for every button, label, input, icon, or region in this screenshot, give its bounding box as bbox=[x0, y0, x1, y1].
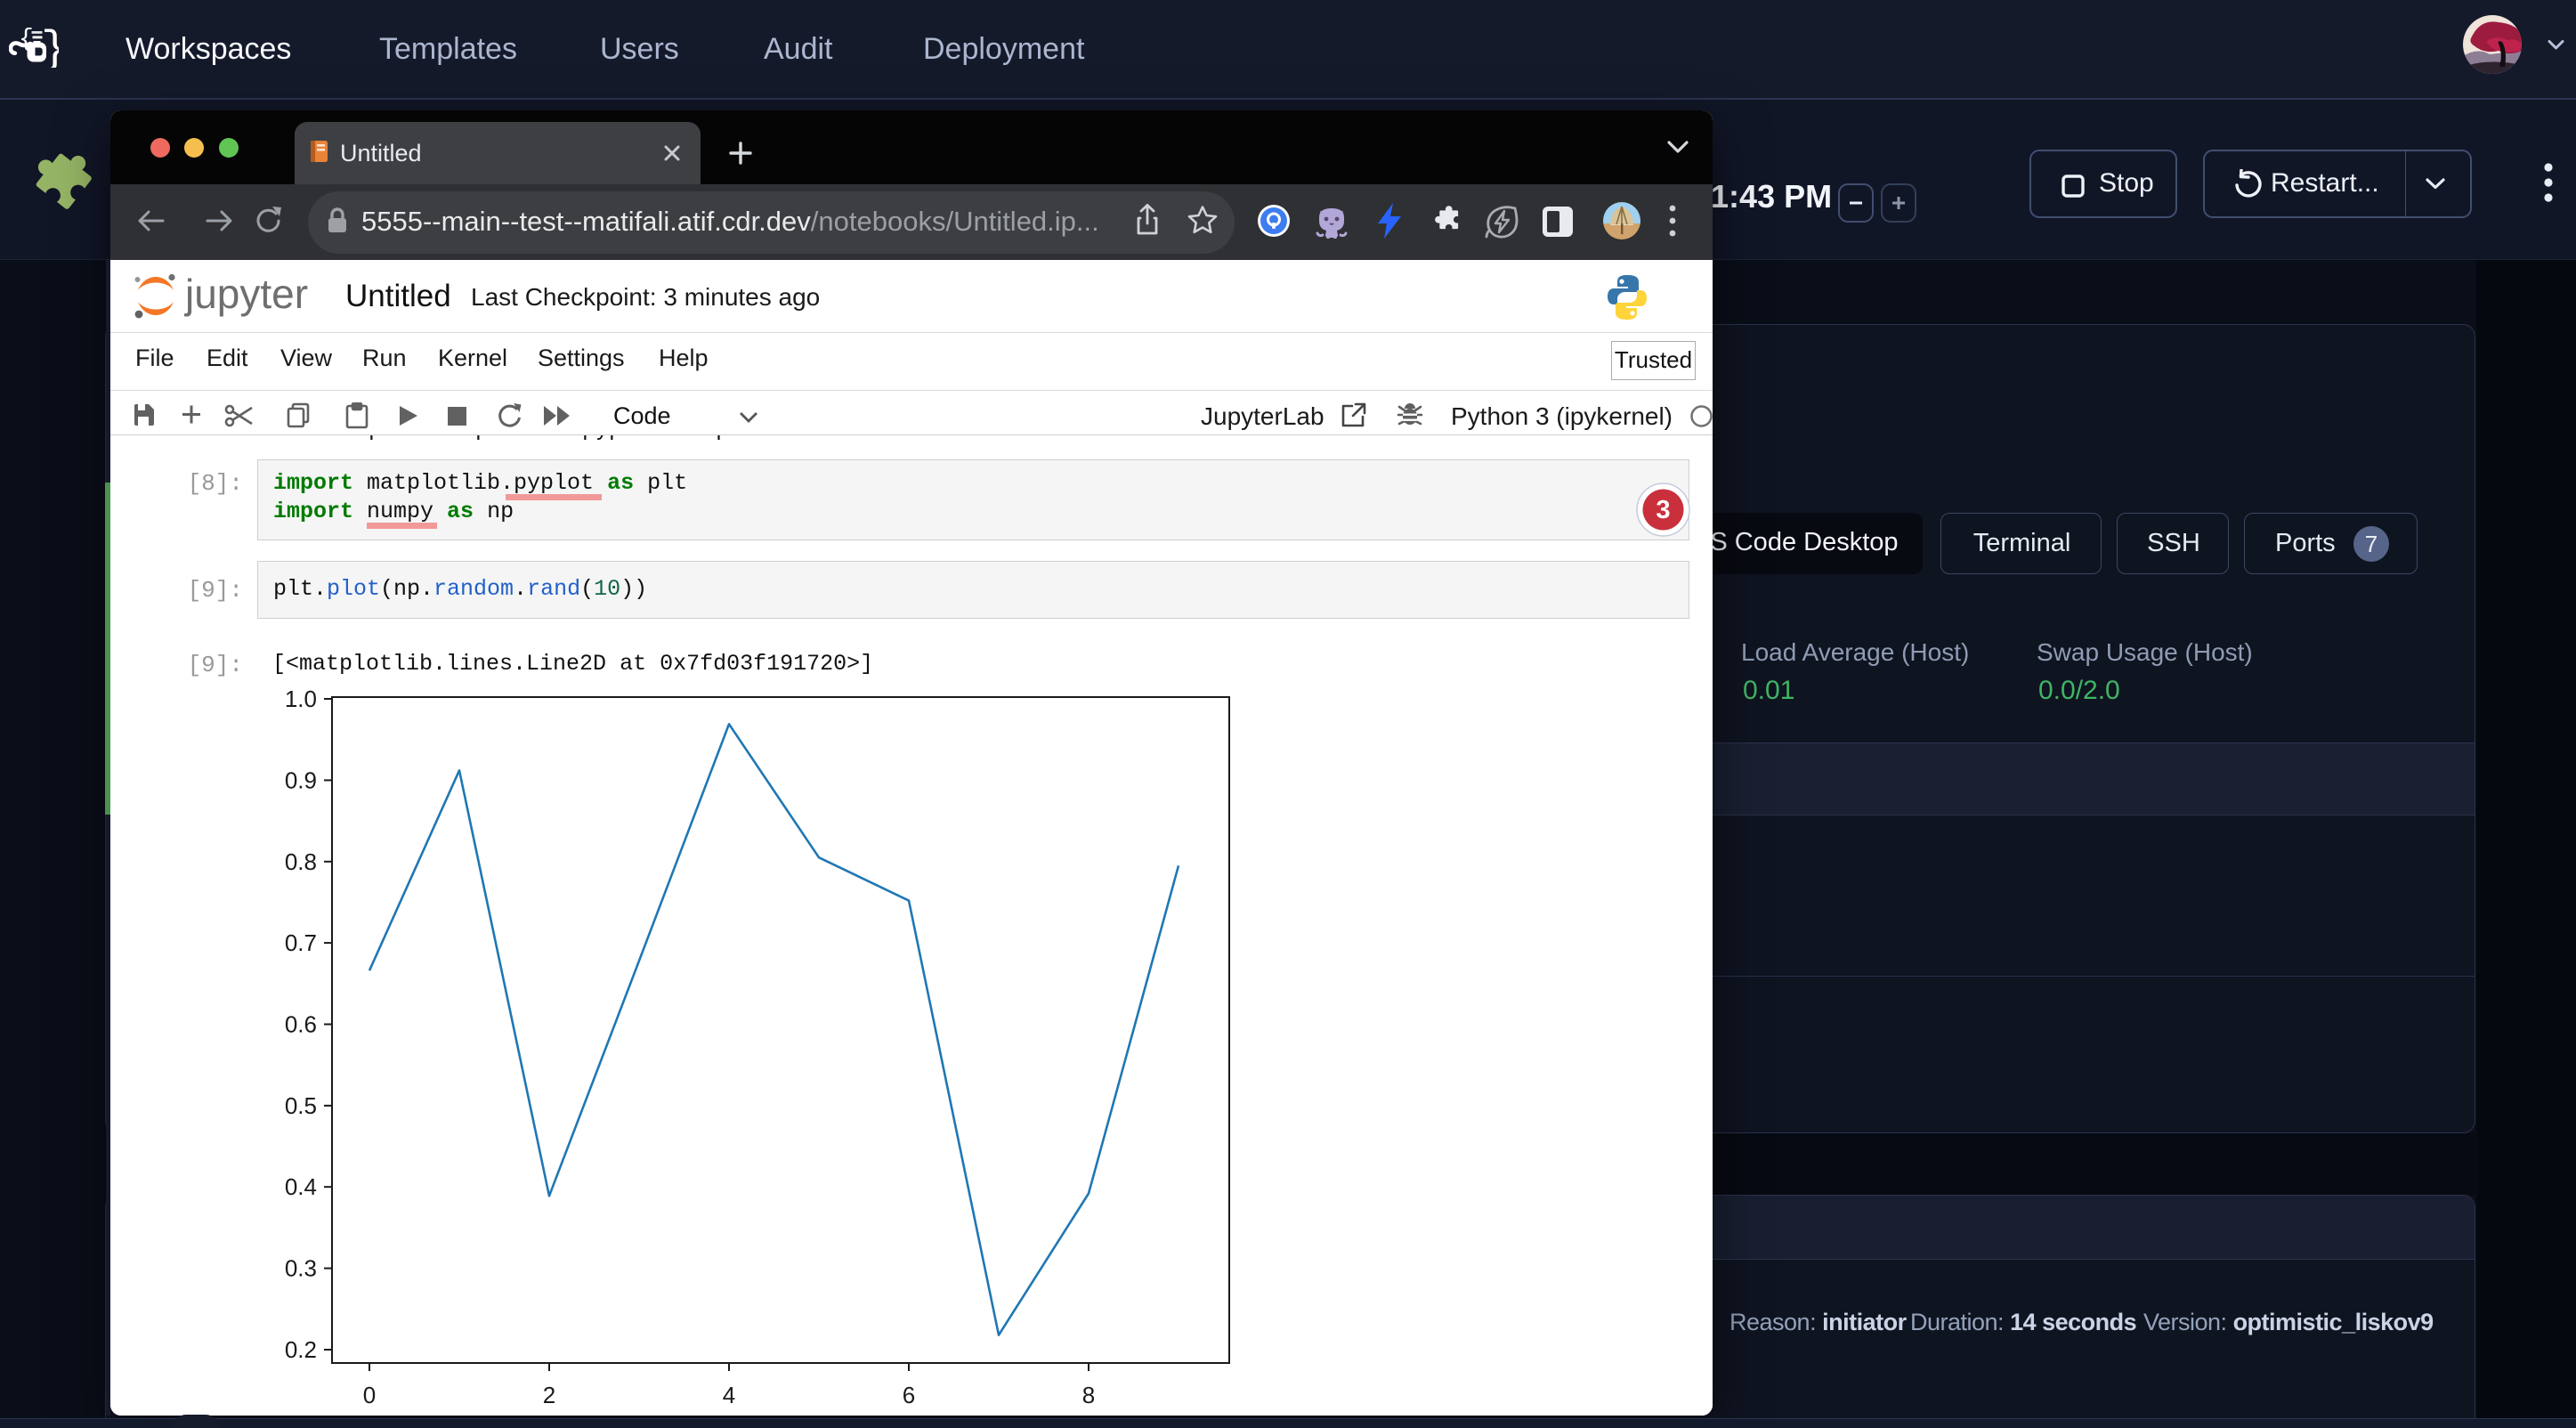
svg-text:0.7: 0.7 bbox=[285, 929, 317, 956]
svg-text:0.9: 0.9 bbox=[285, 767, 317, 793]
svg-text:0.6: 0.6 bbox=[285, 1011, 317, 1038]
svg-text:4: 4 bbox=[723, 1382, 735, 1408]
svg-text:0: 0 bbox=[363, 1382, 376, 1408]
svg-text:8: 8 bbox=[1082, 1382, 1095, 1408]
svg-text:0.5: 0.5 bbox=[285, 1092, 317, 1119]
svg-text:0.3: 0.3 bbox=[285, 1255, 317, 1282]
svg-text:1.0: 1.0 bbox=[285, 686, 317, 712]
svg-text:6: 6 bbox=[903, 1382, 915, 1408]
svg-text:0.8: 0.8 bbox=[285, 848, 317, 875]
svg-text:0.2: 0.2 bbox=[285, 1336, 317, 1363]
svg-text:0.4: 0.4 bbox=[285, 1173, 317, 1200]
svg-text:2: 2 bbox=[543, 1382, 555, 1408]
